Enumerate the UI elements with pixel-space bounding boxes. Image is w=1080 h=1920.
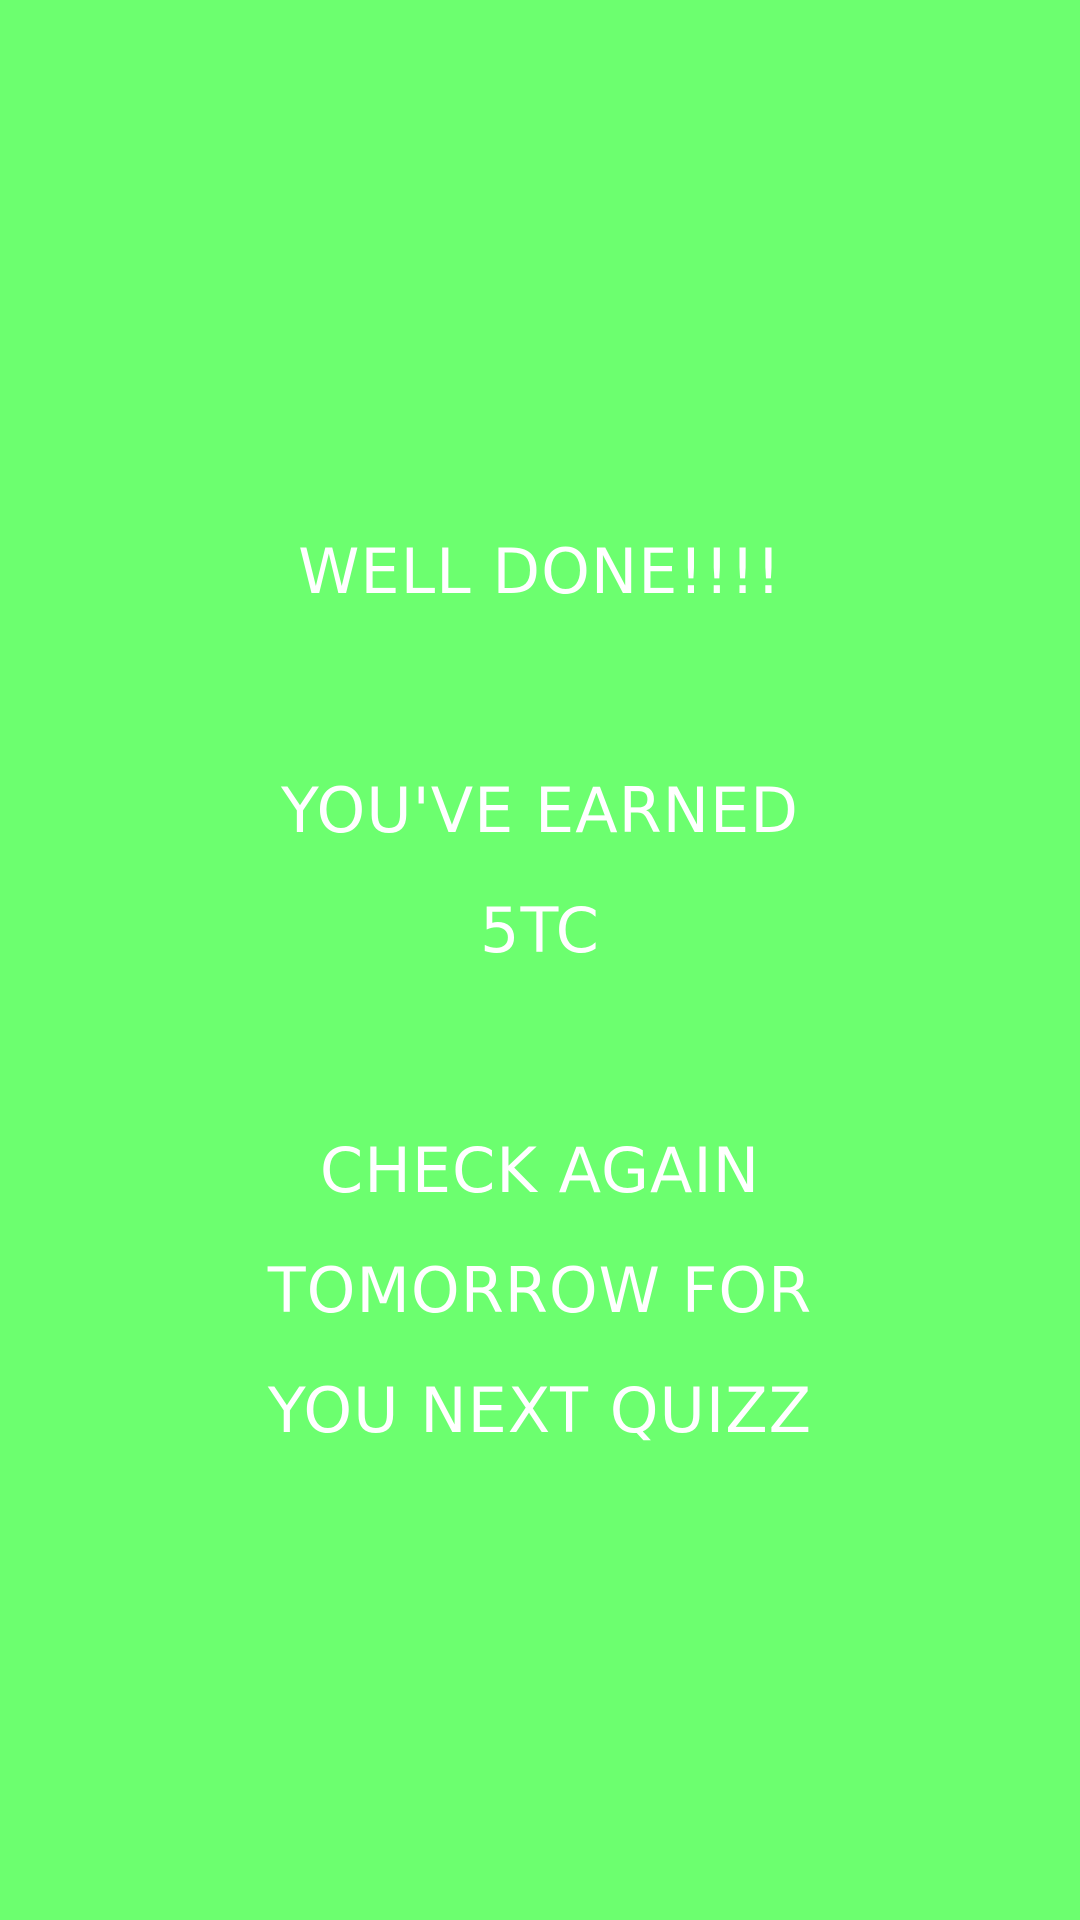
check-again-text-line-2: TOMORROW FOR bbox=[267, 1254, 813, 1327]
earned-amount: 5TC bbox=[480, 894, 600, 967]
earned-text: YOU'VE EARNED bbox=[281, 774, 799, 847]
well-done-headline: WELL DONE!!!! bbox=[298, 535, 782, 608]
quiz-complete-screen: WELL DONE!!!! YOU'VE EARNED 5TC CHECK AG… bbox=[0, 0, 1080, 1920]
check-again-text-line-3: YOU NEXT QUIZZ bbox=[267, 1374, 813, 1447]
check-again-text-line-1: CHECK AGAIN bbox=[319, 1134, 761, 1207]
